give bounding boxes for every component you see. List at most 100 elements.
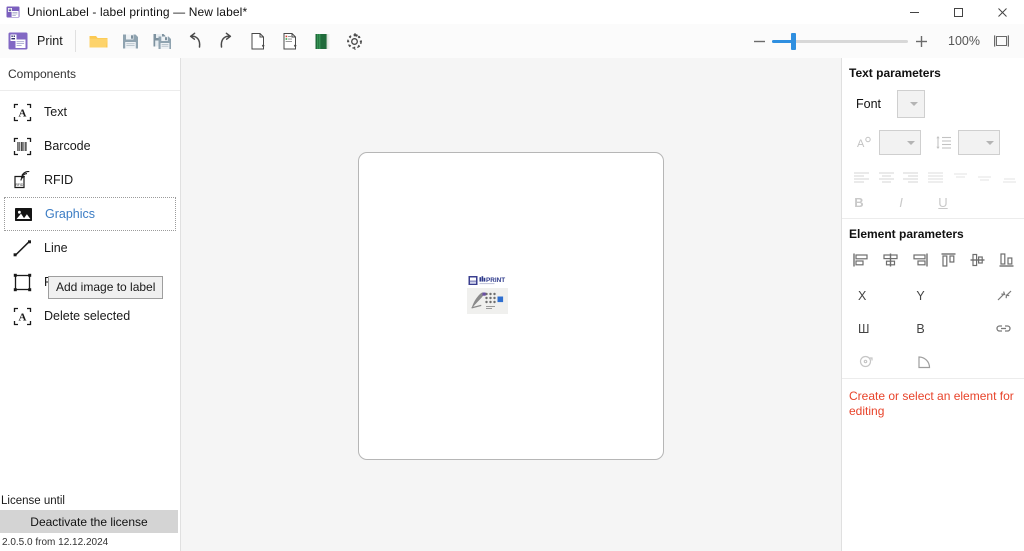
line-icon xyxy=(12,238,32,258)
corner-radius-icon[interactable] xyxy=(906,345,962,378)
sidebar-item-delete-selected[interactable]: A Delete selected xyxy=(4,299,176,333)
y-field-cell[interactable]: Y xyxy=(906,279,962,312)
align-middle-text-icon[interactable] xyxy=(974,167,997,187)
redo-button[interactable] xyxy=(212,26,242,56)
license-until-label: License until xyxy=(1,495,65,507)
align-right-icon[interactable] xyxy=(899,167,922,187)
zoom-out-button[interactable] xyxy=(746,28,772,54)
save-button[interactable] xyxy=(116,26,146,56)
align-objects-center-icon[interactable] xyxy=(878,249,902,271)
font-size-icon: A xyxy=(856,135,873,150)
line-spacing-select[interactable] xyxy=(958,130,1000,155)
y-label: Y xyxy=(916,288,925,303)
sidebar-item-label: Text xyxy=(44,105,67,119)
svg-text:A: A xyxy=(857,138,865,150)
label-data-button[interactable] xyxy=(276,26,306,56)
label-sheet[interactable]: PRINT xyxy=(358,152,664,460)
height-label: В xyxy=(916,321,925,336)
sidebar-item-label: Graphics xyxy=(45,207,96,221)
zoom-in-button[interactable] xyxy=(908,28,934,54)
align-justify-icon[interactable] xyxy=(924,167,947,187)
properties-panel: Text parameters Font A B I U Element par… xyxy=(841,58,1024,551)
toolbar-separator xyxy=(74,30,76,52)
print-button[interactable]: Print xyxy=(0,24,73,58)
align-objects-bottom-icon[interactable] xyxy=(994,249,1018,271)
text-style-row: B I U xyxy=(842,191,1024,218)
chevron-down-icon xyxy=(907,140,915,145)
sidebar-item-label: RFID xyxy=(44,173,74,187)
open-file-button[interactable] xyxy=(84,26,114,56)
align-bottom-text-icon[interactable] xyxy=(998,167,1021,187)
underline-button[interactable]: U xyxy=(934,195,952,210)
rfid-tag-icon: RFID xyxy=(12,170,32,190)
x-label: X xyxy=(858,288,867,303)
align-left-icon[interactable] xyxy=(850,167,873,187)
align-objects-right-icon[interactable] xyxy=(907,249,931,271)
text-align-row xyxy=(842,163,1024,191)
align-objects-left-icon[interactable] xyxy=(849,249,873,271)
graphics-tooltip: Add image to label xyxy=(48,276,164,299)
editing-hint-message: Create or select an element for editing xyxy=(849,389,1014,418)
new-label-button[interactable] xyxy=(244,26,274,56)
svg-text:RFID: RFID xyxy=(15,182,23,186)
font-family-select[interactable] xyxy=(897,90,926,118)
sidebar-item-label: Line xyxy=(44,241,68,255)
components-header: Components xyxy=(0,58,180,91)
label-canvas-area[interactable]: PRINT xyxy=(181,58,841,551)
database-button[interactable] xyxy=(308,26,338,56)
print-button-label: Print xyxy=(37,34,63,48)
label-image-element[interactable]: PRINT xyxy=(464,273,511,320)
align-center-icon[interactable] xyxy=(875,167,898,187)
align-objects-middle-icon[interactable] xyxy=(965,249,989,271)
deactivate-license-button[interactable]: Deactivate the license xyxy=(0,510,178,533)
save-as-button[interactable] xyxy=(148,26,178,56)
link-chain-icon[interactable] xyxy=(963,312,1019,345)
undo-button[interactable] xyxy=(180,26,210,56)
text-parameters-title: Text parameters xyxy=(849,66,941,80)
sidebar-item-rfid[interactable]: RFID RFID xyxy=(4,163,176,197)
close-button[interactable] xyxy=(980,0,1024,24)
fit-to-screen-icon[interactable] xyxy=(988,28,1014,54)
element-parameters-title: Element parameters xyxy=(849,227,964,241)
align-objects-top-icon[interactable] xyxy=(936,249,960,271)
font-size-row: A xyxy=(842,124,1024,163)
version-label: 2.0.5.0 from 12.12.2024 xyxy=(2,537,109,548)
sidebar-item-text[interactable]: A Text xyxy=(4,95,176,129)
barcode-icon xyxy=(12,136,32,156)
svg-text:A: A xyxy=(18,107,26,119)
sidebar-item-line[interactable]: Line xyxy=(4,231,176,265)
printer-icon xyxy=(8,31,28,51)
height-field-cell[interactable]: В xyxy=(906,312,962,345)
align-top-text-icon[interactable] xyxy=(949,167,972,187)
font-size-select[interactable] xyxy=(879,130,921,155)
sidebar-item-graphics[interactable]: Graphics xyxy=(4,197,176,231)
text-a-icon: A xyxy=(12,306,32,326)
components-sidebar: Components A Text Barcode RFID RFID Grap… xyxy=(0,58,181,551)
zoom-slider-thumb[interactable] xyxy=(791,32,796,50)
line-spacing-icon xyxy=(935,135,952,150)
app-window: UnionLabel - label printing — New label* xyxy=(0,0,1024,551)
minimize-button[interactable] xyxy=(892,0,936,24)
window-title: UnionLabel - label printing — New label* xyxy=(27,5,248,19)
maximize-button[interactable] xyxy=(936,0,980,24)
app-printer-icon xyxy=(6,5,20,19)
width-label: Ш xyxy=(858,321,870,336)
sidebar-item-label: Delete selected xyxy=(44,309,131,323)
resize-diagonal-icon[interactable] xyxy=(963,279,1019,312)
title-bar: UnionLabel - label printing — New label* xyxy=(0,0,1024,25)
rotate-icon[interactable] xyxy=(850,345,906,378)
zoom-controls: 100% xyxy=(746,28,1024,54)
sidebar-item-barcode[interactable]: Barcode xyxy=(4,129,176,163)
x-field-cell[interactable]: X xyxy=(850,279,906,312)
sidebar-item-label: Barcode xyxy=(44,139,91,153)
italic-button[interactable]: I xyxy=(892,195,910,210)
rectangle-icon xyxy=(12,272,32,292)
svg-text:A: A xyxy=(18,311,26,323)
svg-text:PRINT: PRINT xyxy=(486,277,505,284)
bold-button[interactable]: B xyxy=(850,195,868,210)
width-field-cell[interactable]: Ш xyxy=(850,312,906,345)
settings-button[interactable] xyxy=(340,26,370,56)
font-label: Font xyxy=(856,97,882,111)
element-fields-grid: X Y Ш В xyxy=(842,277,1024,378)
zoom-slider[interactable] xyxy=(772,28,908,54)
